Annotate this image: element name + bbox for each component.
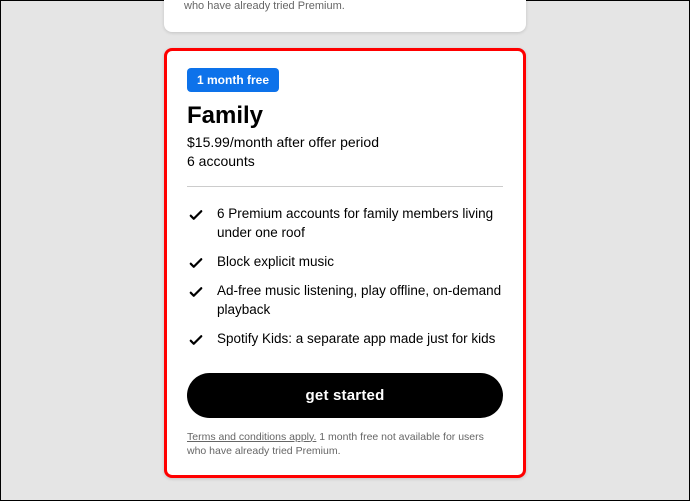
get-started-button[interactable]: get started (187, 373, 503, 418)
feature-item: 6 Premium accounts for family members li… (187, 205, 503, 243)
previous-plan-card-partial: who have already tried Premium. (164, 0, 526, 32)
feature-item: Block explicit music (187, 253, 503, 272)
feature-list: 6 Premium accounts for family members li… (187, 205, 503, 349)
check-icon (187, 206, 205, 224)
feature-item: Spotify Kids: a separate app made just f… (187, 330, 503, 349)
plan-name: Family (187, 102, 503, 130)
feature-item: Ad-free music listening, play offline, o… (187, 282, 503, 320)
plan-accounts: 6 accounts (187, 153, 503, 169)
terms-link[interactable]: Terms and conditions apply. (187, 431, 316, 443)
family-plan-card: 1 month free Family $15.99/month after o… (164, 48, 526, 478)
feature-text: 6 Premium accounts for family members li… (217, 205, 503, 243)
feature-text: Ad-free music listening, play offline, o… (217, 282, 503, 320)
divider (187, 186, 503, 187)
terms-text: Terms and conditions apply. 1 month free… (187, 430, 503, 459)
feature-text: Block explicit music (217, 253, 334, 272)
feature-text: Spotify Kids: a separate app made just f… (217, 330, 495, 349)
check-icon (187, 331, 205, 349)
check-icon (187, 254, 205, 272)
check-icon (187, 283, 205, 301)
offer-badge: 1 month free (187, 68, 279, 92)
prev-terms-tail: who have already tried Premium. (184, 0, 345, 12)
plan-price: $15.99/month after offer period (187, 134, 503, 150)
